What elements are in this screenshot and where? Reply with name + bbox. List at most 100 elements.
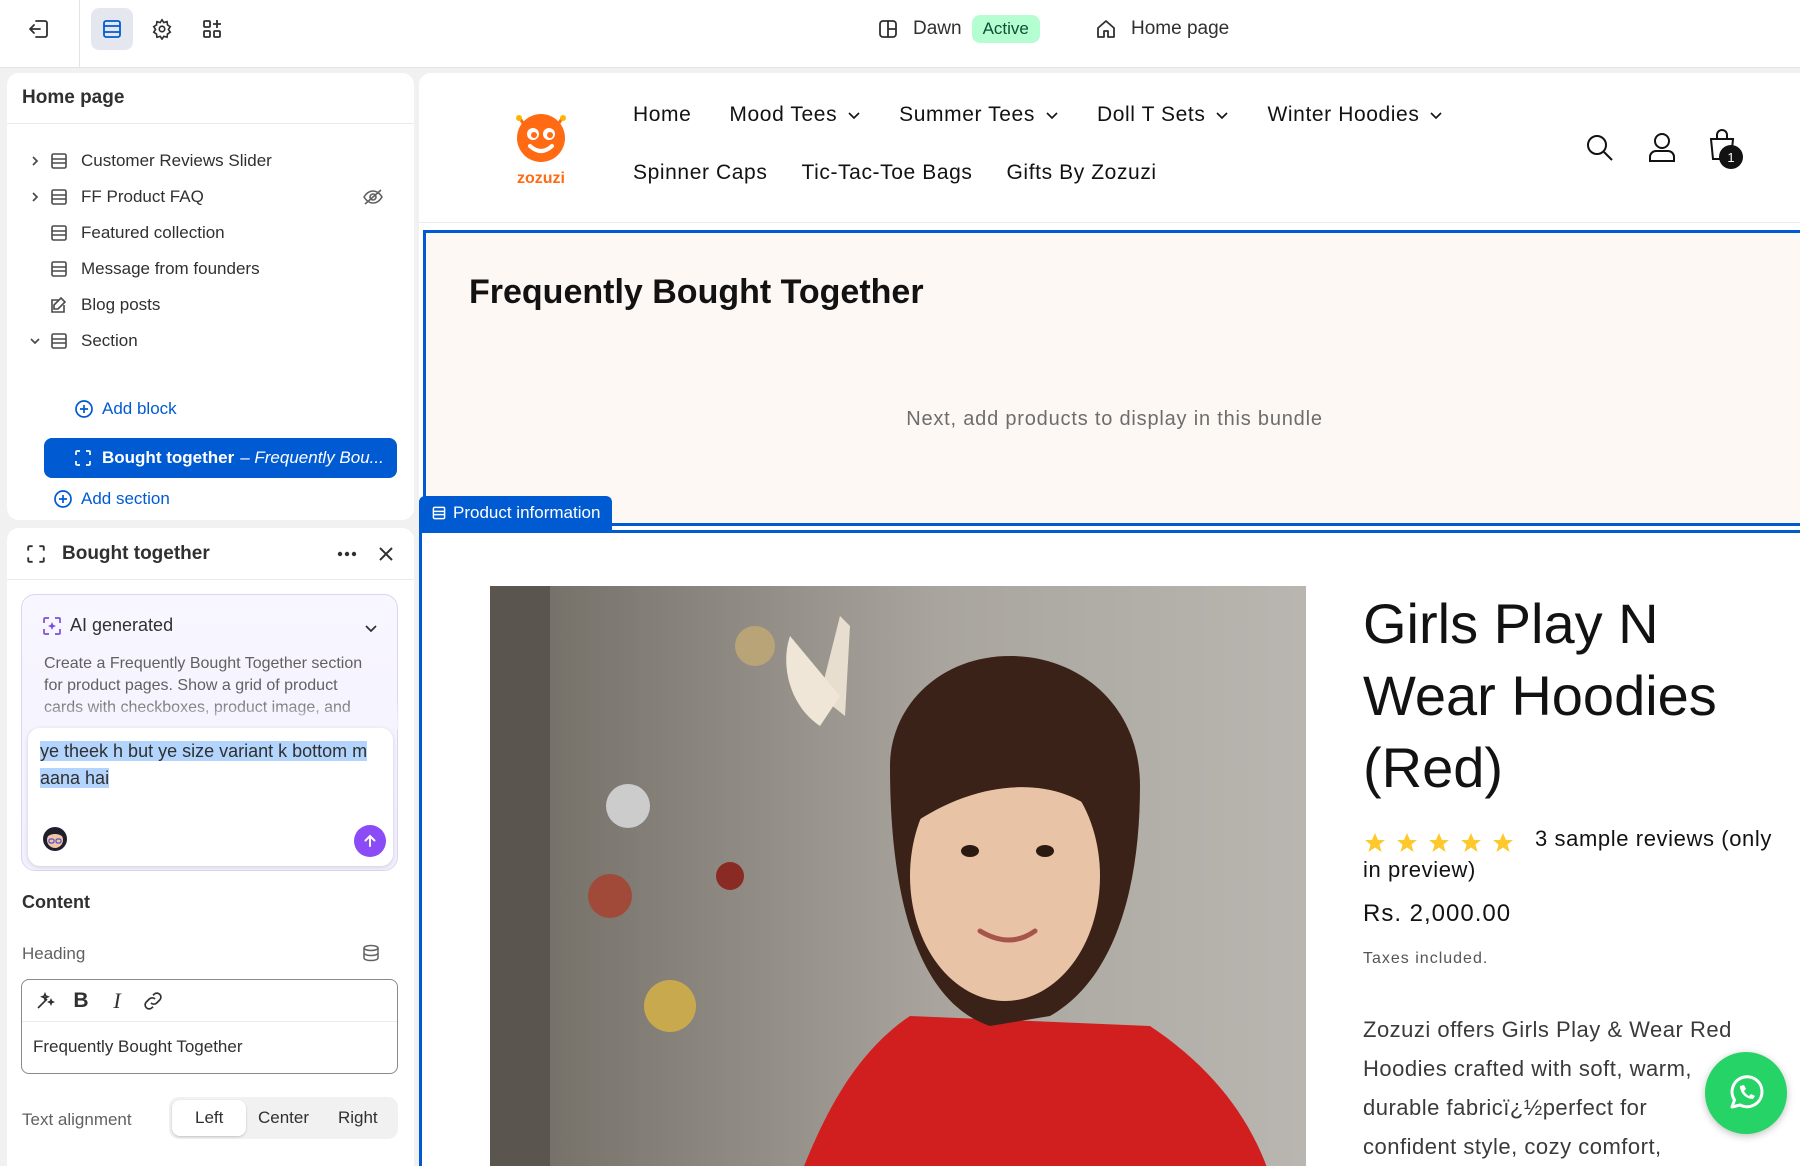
exit-button[interactable] [18, 8, 60, 50]
chevron-right-icon[interactable] [23, 190, 47, 204]
chevron-down-icon[interactable] [363, 620, 379, 636]
add-block-link[interactable]: Add block [74, 399, 177, 419]
align-left-option[interactable]: Left [172, 1100, 247, 1136]
section-icon [47, 187, 71, 207]
add-section-label: Add section [81, 489, 170, 508]
nav-label: Home [633, 103, 692, 126]
avatar-icon[interactable] [42, 826, 68, 852]
plus-circle-icon [74, 399, 94, 419]
section-item-message-from-founders[interactable]: Message from founders [7, 251, 414, 287]
product-section: Girls Play N Wear Hoodies (Red) 3 sample… [419, 530, 1800, 1166]
nav-label: Winter Hoodies [1267, 103, 1420, 126]
nav-item-doll-t-sets[interactable]: Doll T Sets [1097, 103, 1230, 127]
topbar-divider [79, 0, 80, 68]
fbt-empty-message: Next, add products to display in this bu… [906, 408, 1323, 430]
italic-icon[interactable]: I [106, 988, 128, 1014]
send-button[interactable] [354, 825, 386, 857]
block-subtitle: – Frequently Bou... [240, 448, 384, 467]
review-summary[interactable]: 3 sample reviews (only in preview) [1363, 823, 1783, 885]
ai-sparkle-icon [42, 616, 62, 636]
panel-divider [7, 123, 414, 124]
section-list: Customer Reviews Slider FF Product FAQ F… [7, 127, 414, 359]
link-icon[interactable] [142, 990, 164, 1012]
section-item-ff-product-faq[interactable]: FF Product FAQ [7, 179, 414, 215]
fbt-heading: Frequently Bought Together [469, 273, 924, 311]
page-selector-label: Home page [1131, 18, 1230, 39]
section-item-label: Section [81, 331, 138, 350]
section-item-label: FF Product FAQ [81, 187, 204, 206]
nav-item-tic-tac-toe-bags[interactable]: Tic-Tac-Toe Bags [801, 161, 972, 185]
close-icon[interactable] [377, 545, 395, 563]
section-icon [47, 259, 71, 279]
align-center-option[interactable]: Center [246, 1100, 320, 1136]
chevron-down-icon [1045, 108, 1059, 122]
section-item-customer-reviews-slider[interactable]: Customer Reviews Slider [7, 143, 414, 179]
ai-assist-icon[interactable] [34, 990, 56, 1012]
account-icon[interactable] [1647, 131, 1677, 163]
gear-icon [151, 18, 173, 40]
editor-toolbar: B I [22, 980, 397, 1022]
ai-header[interactable]: AI generated [42, 615, 173, 636]
ai-prompt-selection: ye theek h but ye size variant k bottom … [40, 741, 368, 788]
eye-hidden-icon[interactable] [362, 188, 384, 206]
chevron-down-icon [847, 108, 861, 122]
chevron-right-icon[interactable] [23, 154, 47, 168]
block-name: Bought together [102, 448, 235, 467]
plus-circle-icon [53, 489, 73, 509]
theme-settings-button[interactable] [141, 8, 183, 50]
theme-name: Dawn [913, 18, 962, 39]
section-icon [431, 505, 447, 521]
theme-selector[interactable]: Dawn Active [877, 14, 1040, 44]
bold-icon[interactable]: B [70, 989, 92, 1013]
sections-tab-button[interactable] [91, 8, 133, 50]
nav-item-mood-tees[interactable]: Mood Tees [729, 103, 861, 127]
page-selector[interactable]: Home page [1095, 14, 1229, 44]
section-item-label: Featured collection [81, 223, 225, 242]
store-logo[interactable]: zozuzi [503, 108, 579, 188]
section-item-section[interactable]: Section [7, 323, 414, 359]
settings-title: Bought together [62, 542, 210, 564]
product-information-tag[interactable]: Product information [419, 496, 613, 530]
dynamic-source-icon[interactable] [361, 943, 381, 963]
sections-icon [101, 18, 123, 40]
clipped-list-item [7, 127, 414, 143]
nav-item-winter-hoodies[interactable]: Winter Hoodies [1267, 103, 1443, 127]
layout-icon [877, 18, 899, 40]
ai-label: AI generated [70, 615, 174, 635]
chevron-down-icon [1215, 108, 1229, 122]
nav-item-gifts-by-zozuzi[interactable]: Gifts By Zozuzi [1007, 161, 1157, 185]
ai-prompt-input[interactable]: ye theek h but ye size variant k bottom … [28, 728, 393, 866]
arrow-up-icon [362, 833, 378, 849]
home-icon [1095, 18, 1117, 40]
search-icon[interactable] [1585, 133, 1615, 163]
add-section-link[interactable]: Add section [53, 489, 170, 509]
chevron-down-icon[interactable] [23, 334, 47, 348]
align-right-option[interactable]: Right [321, 1100, 395, 1136]
block-icon [74, 449, 92, 467]
main-nav-row-2: Spinner Caps Tic-Tac-Toe Bags Gifts By Z… [633, 161, 1157, 185]
block-settings-panel: Bought together AI generated Create a Fr… [7, 528, 414, 1166]
nav-item-summer-tees[interactable]: Summer Tees [899, 103, 1059, 127]
product-image[interactable] [490, 586, 1306, 1166]
section-icon [47, 223, 71, 243]
fbt-section[interactable]: Frequently Bought Together Next, add pro… [423, 230, 1800, 526]
apps-button[interactable] [191, 8, 233, 50]
text-alignment-label: Text alignment [22, 1110, 132, 1129]
block-item-bought-together[interactable]: Bought together – Frequently Bou... [44, 438, 397, 478]
heading-input[interactable]: Frequently Bought Together [33, 1037, 243, 1057]
more-options-icon[interactable] [336, 544, 358, 564]
nav-item-home[interactable]: Home [633, 103, 691, 127]
ai-prompt-text[interactable]: ye theek h but ye size variant k bottom … [40, 738, 380, 792]
tax-note: Taxes included. [1363, 950, 1489, 967]
section-item-label: Blog posts [81, 295, 161, 314]
sections-panel: Home page Customer Reviews Slider FF Pro… [7, 73, 414, 520]
logo-text: zozuzi [517, 170, 565, 187]
product-price: Rs. 2,000.00 [1363, 900, 1512, 927]
section-item-blog-posts[interactable]: Blog posts [7, 287, 414, 323]
whatsapp-chat-button[interactable] [1705, 1052, 1787, 1134]
ai-generated-card: AI generated Create a Frequently Bought … [21, 594, 399, 871]
ai-description-fade [22, 699, 399, 729]
nav-item-spinner-caps[interactable]: Spinner Caps [633, 161, 767, 185]
heading-field-label: Heading [22, 944, 86, 963]
section-item-featured-collection[interactable]: Featured collection [7, 215, 414, 251]
